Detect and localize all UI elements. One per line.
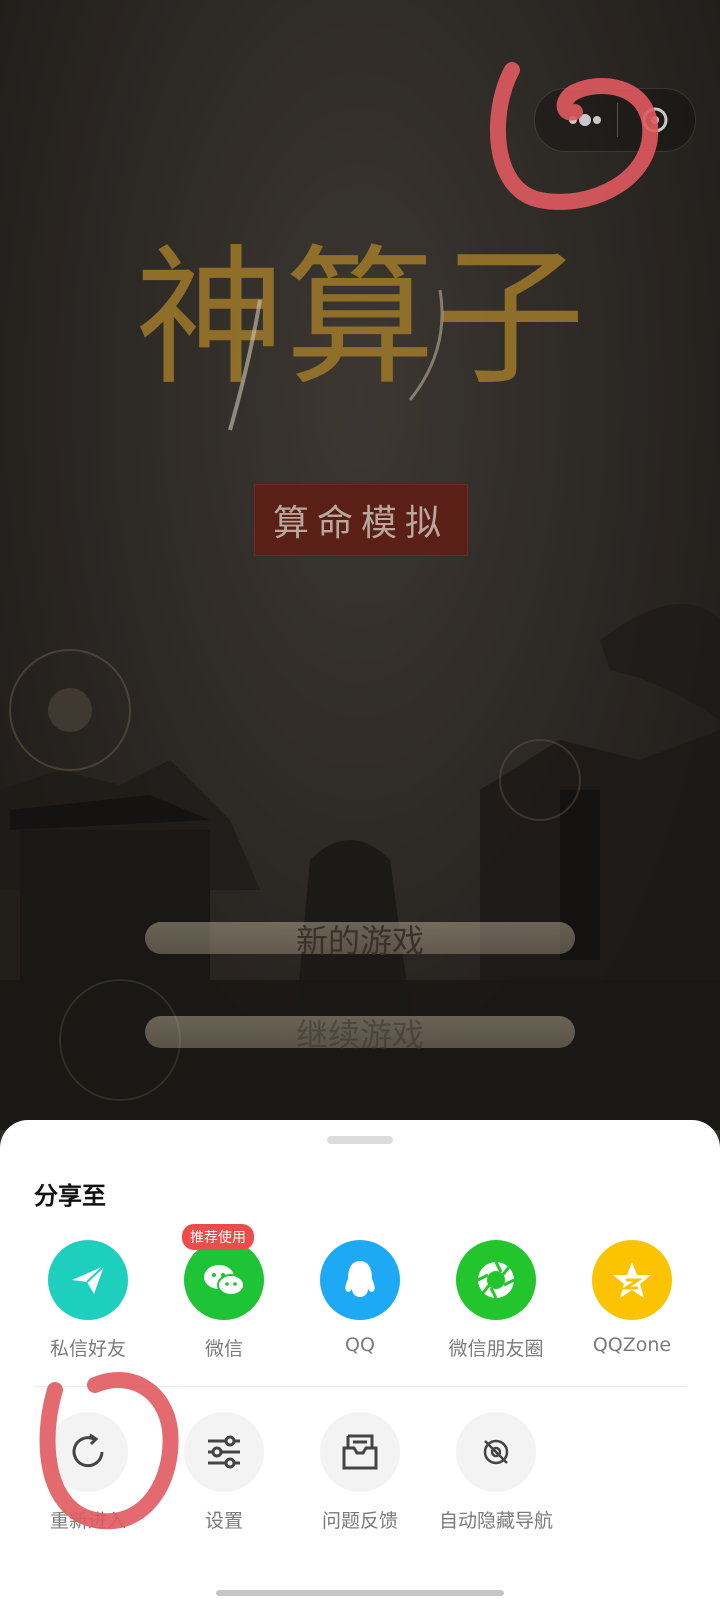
share-target-label: QQ bbox=[345, 1334, 375, 1356]
sheet-divider bbox=[34, 1386, 686, 1387]
share-target-label: 微信 bbox=[204, 1338, 243, 1360]
more-dots-icon[interactable] bbox=[557, 103, 617, 137]
recommended-tag: 推荐使用 bbox=[182, 1224, 254, 1250]
action-settings[interactable]: 设置 bbox=[156, 1412, 292, 1533]
share-sheet: 分享至 私信好友 推荐使用 微信 QQ 微信朋友圈 QQZone 重新进入 设置… bbox=[0, 1120, 720, 1600]
share-target-qzone[interactable]: QQZone bbox=[564, 1240, 700, 1356]
refresh-icon bbox=[48, 1412, 128, 1492]
share-target-moments[interactable]: 微信朋友圈 bbox=[428, 1240, 564, 1361]
game-title-logo: 神算子 bbox=[135, 232, 585, 431]
moments-shutter-icon bbox=[456, 1240, 536, 1320]
qzone-star-icon bbox=[592, 1240, 672, 1320]
game-title-text: 神算子 bbox=[135, 232, 585, 406]
game-screen: 神算子 算命模拟 新的游戏 继续游戏 bbox=[0, 0, 720, 1130]
close-circle-icon[interactable] bbox=[635, 103, 675, 137]
action-label: 重新进入 bbox=[49, 1510, 126, 1532]
capsule-separator bbox=[617, 103, 618, 137]
continue-game-button[interactable]: 继续游戏 bbox=[145, 1010, 575, 1056]
share-target-label: QQZone bbox=[592, 1334, 672, 1356]
action-label: 自动隐藏导航 bbox=[438, 1510, 553, 1532]
share-target-qq[interactable]: QQ bbox=[292, 1240, 428, 1356]
share-target-wechat[interactable]: 推荐使用 微信 bbox=[156, 1224, 292, 1361]
action-feedback[interactable]: 问题反馈 bbox=[292, 1412, 428, 1533]
subtitle-text: 算命模拟 bbox=[272, 503, 449, 544]
hide-nav-icon bbox=[456, 1412, 536, 1492]
share-target-private-message[interactable]: 私信好友 bbox=[20, 1240, 156, 1361]
action-auto-hide-nav[interactable]: 自动隐藏导航 bbox=[428, 1412, 564, 1533]
action-label: 问题反馈 bbox=[321, 1510, 398, 1532]
wechat-icon: 推荐使用 bbox=[182, 1224, 264, 1320]
paper-plane-icon bbox=[48, 1240, 128, 1320]
qq-penguin-icon bbox=[320, 1240, 400, 1320]
feedback-icon bbox=[320, 1412, 400, 1492]
miniprogram-capsule bbox=[534, 88, 696, 152]
home-indicator[interactable] bbox=[216, 1590, 504, 1596]
subtitle-badge: 算命模拟 bbox=[254, 484, 468, 556]
action-reenter[interactable]: 重新进入 bbox=[20, 1412, 156, 1533]
sheet-drag-handle[interactable] bbox=[327, 1136, 393, 1144]
share-sheet-title: 分享至 bbox=[34, 1182, 106, 1210]
action-label: 设置 bbox=[204, 1510, 243, 1532]
share-target-label: 微信朋友圈 bbox=[448, 1338, 544, 1360]
sliders-icon bbox=[184, 1412, 264, 1492]
share-target-label: 私信好友 bbox=[49, 1338, 126, 1360]
new-game-button[interactable]: 新的游戏 bbox=[145, 916, 575, 962]
